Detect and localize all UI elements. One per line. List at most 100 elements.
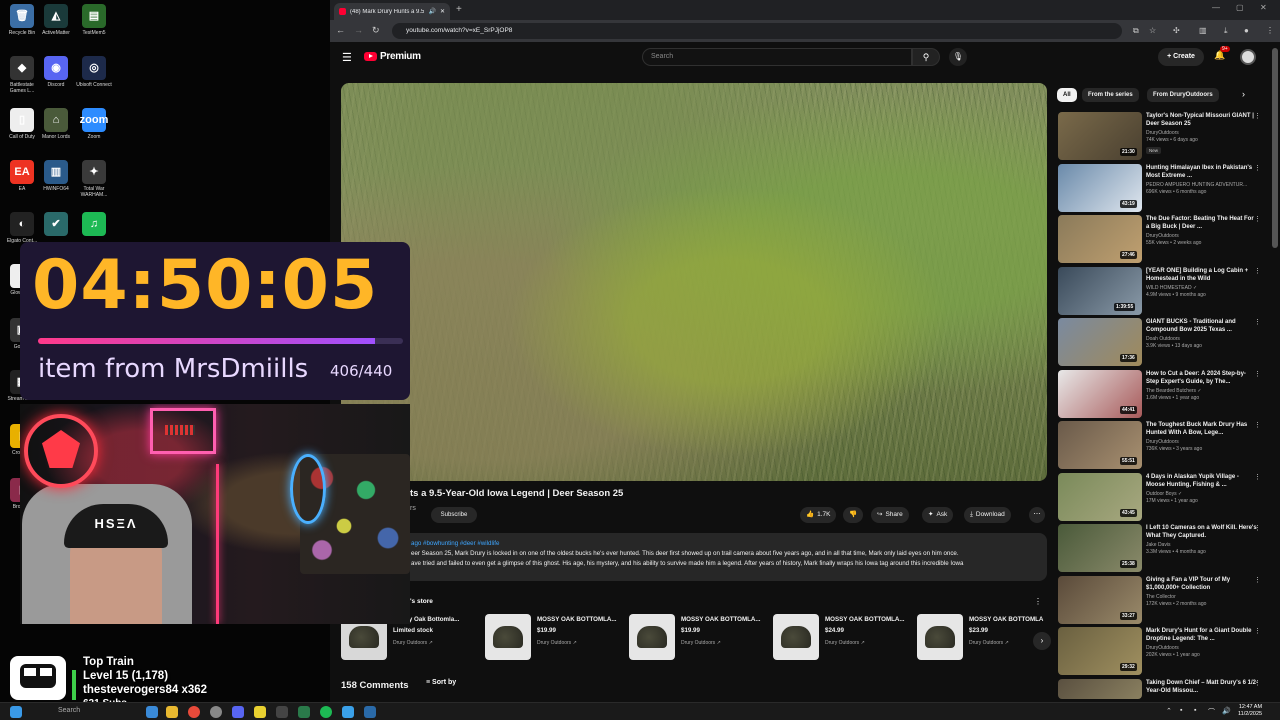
tray-app-icon[interactable]: ▪ bbox=[1194, 707, 1196, 714]
discord-taskbar-icon[interactable] bbox=[232, 706, 244, 718]
share-button[interactable]: ↪ Share bbox=[871, 507, 909, 523]
video-player[interactable] bbox=[341, 83, 1047, 481]
recommended-video[interactable]: 43:45 4 Days in Alaskan Yupik Village - M… bbox=[1058, 472, 1268, 521]
download-icon[interactable]: ⤓ bbox=[1224, 26, 1228, 36]
tray-chevron-icon[interactable]: ⌃ bbox=[1166, 707, 1172, 715]
volume-icon[interactable]: 🔊 bbox=[1222, 707, 1231, 715]
chip-from-druryoutdoors[interactable]: From DruryOutdoors bbox=[1147, 88, 1219, 102]
product-card[interactable]: MOSSY OAK BOTTOMLA... $19.99 Drury Outdoor… bbox=[629, 614, 769, 662]
close-window-icon[interactable]: ✕ bbox=[1260, 3, 1267, 12]
start-icon[interactable] bbox=[10, 706, 22, 718]
video-options-icon[interactable]: ⋮ bbox=[1254, 318, 1261, 326]
youtube-logo[interactable]: Premium bbox=[364, 51, 421, 62]
file-explorer-icon[interactable] bbox=[166, 706, 178, 718]
store-menu-icon[interactable]: ⋮ bbox=[1034, 597, 1042, 606]
video-options-icon[interactable]: ⋮ bbox=[1254, 679, 1261, 687]
download-button[interactable]: ⤓ Download bbox=[964, 507, 1011, 523]
search-input[interactable]: Search bbox=[642, 48, 912, 66]
clock[interactable]: 12:47 AM 11/2/2025 bbox=[1238, 704, 1262, 718]
chip-from-the-series[interactable]: From the series bbox=[1082, 88, 1139, 102]
video-options-icon[interactable]: ⋮ bbox=[1254, 215, 1261, 223]
more-actions-button[interactable]: ⋯ bbox=[1029, 507, 1045, 523]
like-button[interactable]: 👍 1.7K bbox=[800, 507, 837, 523]
recommended-video[interactable]: 27:46 The Due Factor: Beating The Heat Fo… bbox=[1058, 215, 1268, 263]
back-icon[interactable]: ← bbox=[336, 25, 345, 35]
description-box[interactable]: ago #bowhunting #deer #wildlife eer Seas… bbox=[341, 533, 1047, 581]
product-card[interactable]: MOSSY OAK BOTTOMLA... $19.99 Drury Outdoor… bbox=[485, 614, 625, 662]
xbox-icon[interactable] bbox=[298, 706, 310, 718]
ask-button[interactable]: ✦ Ask bbox=[922, 507, 954, 523]
chrome-icon[interactable] bbox=[188, 706, 200, 718]
recommended-video[interactable]: 17:36 GIANT BUCKS - Traditional and Compo… bbox=[1058, 318, 1268, 366]
desktop-icon[interactable]: ✦ Total War WARHAM... bbox=[76, 160, 112, 198]
dislike-button[interactable]: 👎 bbox=[843, 507, 864, 523]
desktop-icon[interactable]: ▯ Call of Duty bbox=[4, 108, 40, 140]
video-options-icon[interactable]: ⋮ bbox=[1254, 421, 1261, 429]
video-options-icon[interactable]: ⋮ bbox=[1254, 267, 1261, 275]
recommended-video[interactable]: 33:27 Giving a Fan a VIP Tour of My $1,00… bbox=[1058, 575, 1268, 624]
network-icon[interactable]: ⌒ bbox=[1208, 707, 1215, 717]
recommended-video[interactable]: 21:30 Taylor's Non-Typical Missouri GIANT… bbox=[1058, 112, 1268, 160]
desktop-icon[interactable]: 🗑 Recycle Bin bbox=[4, 4, 40, 36]
extensions-icon[interactable]: ✣ bbox=[1173, 26, 1180, 35]
desktop-icon[interactable]: ▥ HWiNFO64 bbox=[38, 160, 74, 192]
recommended-video[interactable]: 25:38 I Left 10 Cameras on a Wolf Kill. H… bbox=[1058, 524, 1268, 572]
video-options-icon[interactable]: ⋮ bbox=[1254, 112, 1261, 120]
desktop-icon[interactable]: ⌂ Manor Lords bbox=[38, 108, 74, 140]
voice-search-button[interactable]: 🎙 bbox=[949, 48, 967, 66]
new-tab-button[interactable]: + bbox=[456, 4, 462, 15]
desktop-icon[interactable]: ▤ TestMem5 bbox=[76, 4, 112, 36]
account-avatar[interactable] bbox=[1240, 49, 1256, 65]
desktop-icon[interactable]: zoom Zoom bbox=[76, 108, 112, 140]
maximize-icon[interactable]: ▢ bbox=[1236, 3, 1244, 12]
carousel-next-button[interactable]: › bbox=[1033, 632, 1051, 650]
desktop-icon[interactable]: ◉ Discord bbox=[38, 56, 74, 88]
tab-youtube[interactable]: (48) Mark Drury Hunts a 9.5... 🔊 ✕ bbox=[334, 3, 450, 20]
obs-icon[interactable] bbox=[210, 706, 222, 718]
video-options-icon[interactable]: ⋮ bbox=[1254, 576, 1261, 584]
hamburger-menu-icon[interactable]: ☰ bbox=[342, 51, 352, 64]
desktop-icon[interactable]: ◆ Battlestate Games L... bbox=[4, 56, 40, 94]
app-icon[interactable] bbox=[276, 706, 288, 718]
desktop-icon[interactable]: ◎ Ubisoft Connect bbox=[76, 56, 112, 88]
recommended-video[interactable]: Taking Down Chief – Matt Drury's 6 1/2-Y… bbox=[1058, 678, 1268, 699]
recommended-video[interactable]: 43:19 Hunting Himalayan Ibex in Pakistan'… bbox=[1058, 163, 1268, 212]
video-options-icon[interactable]: ⋮ bbox=[1254, 524, 1261, 532]
url-field[interactable]: youtube.com/watch?v=xE_SrPJjOP8 bbox=[392, 23, 1122, 39]
taskbar-search[interactable]: Search bbox=[58, 707, 80, 714]
video-options-icon[interactable]: ⋮ bbox=[1254, 627, 1261, 635]
profile-icon[interactable]: ● bbox=[1244, 26, 1249, 35]
video-options-icon[interactable]: ⋮ bbox=[1254, 370, 1261, 378]
steam-icon[interactable] bbox=[364, 706, 376, 718]
channel-name[interactable]: rs bbox=[410, 505, 416, 512]
desktop-icon[interactable]: ◭ ActiveMatter bbox=[38, 4, 74, 36]
tray-app-icon[interactable]: ▪ bbox=[1180, 707, 1182, 714]
video-options-icon[interactable]: ⋮ bbox=[1254, 164, 1261, 172]
sidepanel-icon[interactable]: ▥ bbox=[1199, 26, 1207, 35]
search-button[interactable]: ⚲ bbox=[912, 48, 940, 66]
app-icon[interactable] bbox=[342, 706, 354, 718]
subscribe-button[interactable]: Subscribe bbox=[431, 507, 477, 523]
recommended-video[interactable]: 29:32 Mark Drury's Hunt for a Giant Doubl… bbox=[1058, 627, 1268, 675]
minimize-icon[interactable]: — bbox=[1212, 3, 1220, 12]
product-card[interactable]: MOSSY OAK BOTTOMLA... $24.99 Drury Outdoor… bbox=[773, 614, 913, 662]
desktop-icon[interactable]: EA EA bbox=[4, 160, 40, 192]
app-icon[interactable] bbox=[254, 706, 266, 718]
recommended-video[interactable]: 1:39:55 [YEAR ONE] Building a Log Cabin +… bbox=[1058, 266, 1268, 315]
video-options-icon[interactable]: ⋮ bbox=[1254, 473, 1261, 481]
recommended-video[interactable]: 44:41 How to Cut a Deer: A 2024 Step-by-S… bbox=[1058, 369, 1268, 418]
forward-icon[interactable]: → bbox=[354, 25, 363, 35]
browser-menu-icon[interactable]: ⋮ bbox=[1266, 26, 1274, 35]
taskview-icon[interactable] bbox=[146, 706, 158, 718]
recommended-video[interactable]: 55:51 The Toughest Buck Mark Drury Has Hu… bbox=[1058, 421, 1268, 469]
sort-by-button[interactable]: ≡ Sort by bbox=[426, 679, 456, 686]
desktop-icon[interactable]: ✔ bbox=[38, 212, 74, 238]
desktop-icon[interactable]: ♫ bbox=[76, 212, 112, 238]
bookmark-star-icon[interactable]: ☆ bbox=[1149, 26, 1156, 35]
reload-icon[interactable]: ↻ bbox=[372, 25, 380, 36]
create-button[interactable]: + Create bbox=[1158, 48, 1204, 66]
install-icon[interactable]: ⧉ bbox=[1133, 26, 1139, 36]
chips-next-icon[interactable]: › bbox=[1242, 89, 1245, 99]
chip-all[interactable]: All bbox=[1057, 88, 1077, 102]
desktop-icon[interactable]: ◐ Elgato Cont... bbox=[4, 212, 40, 244]
